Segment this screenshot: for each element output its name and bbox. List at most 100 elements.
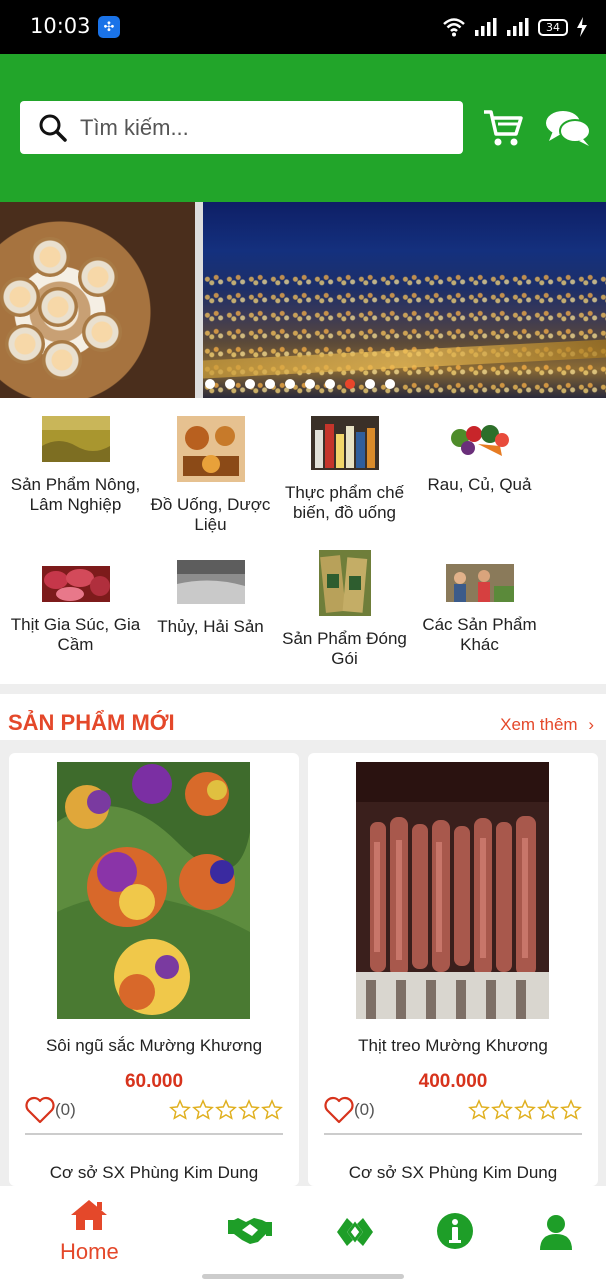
category-vegetables[interactable]: Rau, Củ, Quả <box>412 416 547 495</box>
gesture-bar <box>202 1274 404 1279</box>
seafood-image <box>176 560 245 604</box>
like-count: (0) <box>354 1100 375 1119</box>
category-processed-food[interactable]: Thực phẩm chế biến, đồ uống <box>277 416 412 523</box>
market-image <box>445 564 514 602</box>
seller-name: Cơ sở SX Phùng Kim Dung <box>49 1163 259 1182</box>
category-drinks[interactable]: Đồ Uống, Dược Liệu <box>143 416 278 535</box>
search-icon <box>39 114 67 142</box>
product-card[interactable]: Thịt treo Mường Khương 400.000 (0) Cơ sở… <box>308 753 598 1186</box>
see-more-link[interactable]: Xem thêm › <box>500 715 594 735</box>
status-bar: 10:03 ✣ 34 <box>0 0 606 54</box>
category-label: Đồ Uống, Dược Liệu <box>150 495 271 534</box>
product-price: 400.000 <box>418 1071 488 1092</box>
carousel-dot[interactable] <box>365 379 375 389</box>
category-label: Thủy, Hải Sản <box>157 617 264 636</box>
signal-icon <box>475 18 497 36</box>
section-divider <box>0 684 606 694</box>
like-count: (0) <box>55 1100 76 1119</box>
category-meat[interactable]: Thịt Gia Súc, Gia Cầm <box>8 566 143 655</box>
star-icon <box>537 1099 559 1120</box>
new-products-title: SẢN PHẨM MỚI <box>8 710 175 735</box>
like-button[interactable]: (0) <box>25 1096 76 1124</box>
search-placeholder: Tìm kiếm... <box>80 114 189 140</box>
bottled-products-image <box>310 416 379 470</box>
packaged-goods-image <box>318 550 371 616</box>
star-icon <box>468 1099 490 1120</box>
carousel-dot[interactable] <box>205 379 215 389</box>
status-indicators: 34 <box>442 14 588 40</box>
banner-food-image <box>0 202 195 398</box>
chevron-right-icon: › <box>588 715 594 734</box>
charging-icon <box>577 17 587 37</box>
carousel-indicators <box>205 379 395 389</box>
chat-icon[interactable] <box>545 109 591 147</box>
category-label: Sản Phẩm Nông, Lâm Nghiệp <box>10 475 141 514</box>
carousel-dot[interactable] <box>265 379 275 389</box>
card-divider <box>25 1133 283 1135</box>
product-image-hanging-meat <box>356 762 549 1019</box>
notification-app-icon: ✣ <box>98 16 120 38</box>
carousel-dot[interactable] <box>285 379 295 389</box>
star-icon <box>169 1099 191 1120</box>
heart-icon <box>25 1096 55 1124</box>
nav-home-label: Home <box>60 1239 119 1264</box>
nav-info[interactable] <box>436 1212 474 1255</box>
rating-stars <box>468 1099 582 1121</box>
star-icon <box>261 1099 283 1120</box>
bottom-navigation: Home <box>0 1186 606 1280</box>
home-icon <box>71 1200 108 1230</box>
nav-deals[interactable] <box>228 1212 272 1253</box>
product-name: Thịt treo Mường Khương <box>358 1036 548 1055</box>
carousel-dot-active[interactable] <box>345 379 355 389</box>
category-label: Rau, Củ, Quả <box>427 475 532 494</box>
carousel-dot[interactable] <box>245 379 255 389</box>
seller-name: Cơ sở SX Phùng Kim Dung <box>348 1163 558 1182</box>
search-input[interactable]: Tìm kiếm... <box>20 101 463 154</box>
info-icon <box>437 1213 473 1249</box>
category-label: Thực phẩm chế biến, đồ uống <box>284 483 405 522</box>
nav-home[interactable]: Home <box>60 1198 119 1265</box>
category-label: Các Sản Phẩm Khác <box>422 615 537 654</box>
wifi-icon <box>443 18 465 37</box>
star-icon <box>238 1099 260 1120</box>
product-name: Sôi ngũ sắc Mường Khương <box>45 1036 263 1055</box>
product-image-sticky-rice <box>57 762 250 1019</box>
product-price: 60.000 <box>124 1071 184 1092</box>
rating-stars <box>169 1099 283 1121</box>
carousel-dot[interactable] <box>385 379 395 389</box>
status-time: 10:03 <box>30 14 91 38</box>
category-agriculture[interactable]: Sản Phẩm Nông, Lâm Nghiệp <box>8 416 143 515</box>
category-seafood[interactable]: Thủy, Hải Sản <box>143 560 278 637</box>
nav-account[interactable] <box>540 1214 572 1255</box>
like-button[interactable]: (0) <box>324 1096 375 1124</box>
card-divider <box>324 1133 582 1135</box>
category-label: Thịt Gia Súc, Gia Cầm <box>10 615 141 654</box>
category-packaged[interactable]: Sản Phẩm Đóng Gói <box>277 550 412 669</box>
see-more-label: Xem thêm <box>500 715 578 734</box>
user-icon <box>540 1215 572 1250</box>
diamond-link-icon <box>337 1218 373 1246</box>
category-label: Sản Phẩm Đóng Gói <box>282 629 407 668</box>
app-header: Tìm kiếm... <box>0 54 606 202</box>
category-grid: Sản Phẩm Nông, Lâm Nghiệp Đồ Uống, Dược … <box>0 398 606 684</box>
signal-icon-2 <box>507 18 529 36</box>
banner-carousel[interactable] <box>0 202 606 398</box>
heart-icon <box>324 1096 354 1124</box>
nav-brand[interactable] <box>335 1214 375 1255</box>
carousel-dot[interactable] <box>225 379 235 389</box>
new-products-list: Sôi ngũ sắc Mường Khương 60.000 (0) Cơ s… <box>0 740 606 1186</box>
product-card[interactable]: Sôi ngũ sắc Mường Khương 60.000 (0) Cơ s… <box>9 753 299 1186</box>
battery-indicator: 34 <box>538 18 568 36</box>
star-icon <box>215 1099 237 1120</box>
star-icon <box>192 1099 214 1120</box>
star-icon <box>491 1099 513 1120</box>
cart-icon[interactable] <box>482 108 524 148</box>
vegetables-image <box>445 416 514 462</box>
star-icon <box>514 1099 536 1120</box>
carousel-dot[interactable] <box>325 379 335 389</box>
rice-field-image <box>41 416 110 462</box>
banner-city-night-image <box>203 202 606 398</box>
category-other[interactable]: Các Sản Phẩm Khác <box>412 564 547 655</box>
carousel-dot[interactable] <box>305 379 315 389</box>
herbal-drinks-image <box>176 416 245 482</box>
